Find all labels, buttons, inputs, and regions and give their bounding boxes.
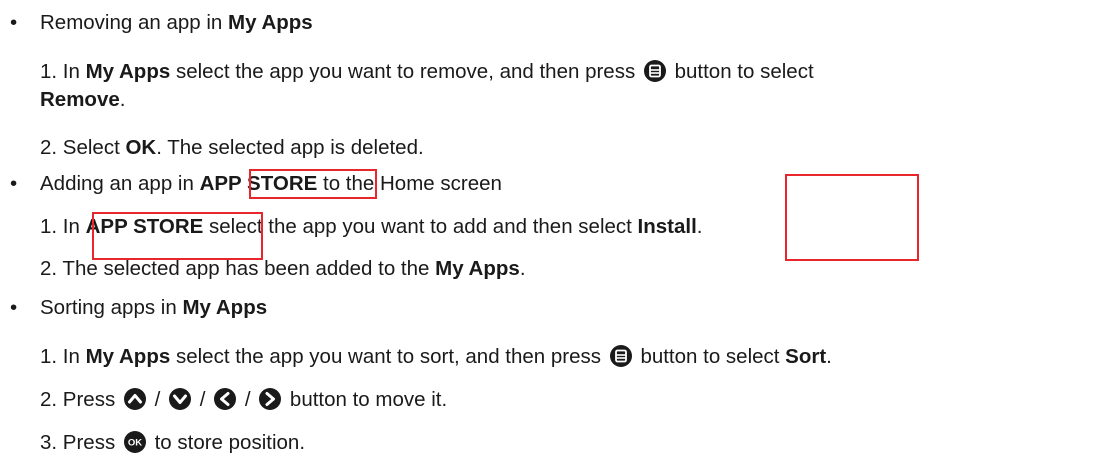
- heading-removing: Removing an app in My Apps: [40, 11, 313, 34]
- step-remove-2: 2. Select OK. The selected app is delete…: [40, 136, 424, 159]
- left-arrow-icon: [213, 387, 237, 411]
- heading-sorting: Sorting apps in My Apps: [40, 296, 268, 319]
- right-arrow-icon: [258, 387, 282, 411]
- step-add-2: 2. The selected app has been added to th…: [40, 257, 526, 280]
- menu-button-icon: [609, 344, 633, 368]
- ok-button-label: OK: [128, 438, 142, 449]
- up-arrow-icon: [123, 387, 147, 411]
- step-remove-1-cont: Remove.: [40, 88, 126, 111]
- ok-button-icon: OK: [123, 430, 147, 454]
- bullet-mark: •: [10, 172, 18, 195]
- bullet-mark: •: [10, 296, 18, 319]
- step-add-1: 1. In APP STORE select the app you want …: [40, 215, 703, 238]
- heading-adding: Adding an app in APP STORE to the Home s…: [40, 172, 502, 195]
- step-sort-1: 1. In My Apps select the app you want to…: [40, 344, 832, 368]
- step-sort-3: 3. Press OK to store position.: [40, 430, 306, 454]
- bullet-mark: •: [10, 11, 18, 34]
- down-arrow-icon: [168, 387, 192, 411]
- menu-button-icon: [643, 59, 667, 83]
- step-sort-2: 2. Press / / / button to move it.: [40, 387, 448, 411]
- highlight-box-install: [785, 174, 919, 261]
- step-remove-1: 1. In My Apps select the app you want to…: [40, 59, 814, 83]
